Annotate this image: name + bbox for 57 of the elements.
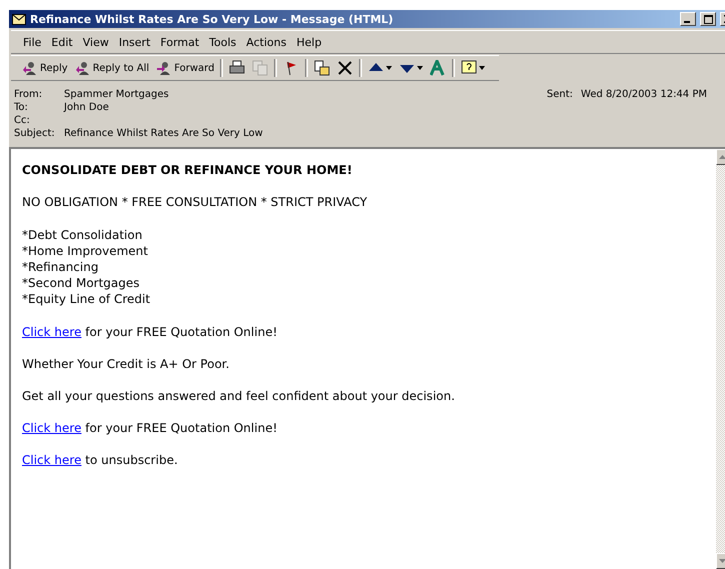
menu-item[interactable]: Format [156,34,204,50]
font-icon [430,60,446,76]
up-arrow-icon [718,155,725,159]
list-item: *Refinancing [22,259,100,275]
list-item: *Home Improvement [22,243,149,259]
minimize-button[interactable] [680,12,696,26]
menu-item[interactable]: Edit [47,34,77,50]
toolbar-button[interactable]: Reply to All [72,58,152,78]
caret-icon [386,66,392,70]
help-icon [461,60,478,76]
caret-icon [417,66,424,70]
toolbar-button[interactable]: Forward [153,58,218,78]
field-label: From: [14,89,44,100]
menu-item[interactable]: File [19,34,46,50]
caret-icon [479,66,486,70]
folder-icon [314,60,330,76]
field-value: Spammer Mortgages [64,89,170,100]
field-label: To: [14,102,29,113]
link[interactable]: Click here [22,453,82,467]
down-arrow-icon [718,559,725,563]
message-text: Click here to unsubscribe. [22,453,179,467]
window-title: Refinance Whilst Rates Are So Very Low - Message (HTML) [30,12,394,26]
toolbar-button[interactable]: Reply [19,58,71,78]
message-text: Get all your questions answered and feel confident about your decision. [22,389,456,403]
message-text: Whether Your Credit is A+ Or Poor. [22,357,230,371]
scroll-up-button[interactable] [716,149,725,165]
link[interactable]: Click here [22,421,82,435]
envelope-icon [12,14,26,24]
field-label: Subject: [14,128,56,139]
people-arrow-icon [74,60,91,76]
message-text: Click here for your FREE Quotation Online! [22,421,278,435]
printer-icon [229,60,246,76]
menu-item[interactable]: Insert [114,34,154,50]
maximize-icon [704,14,712,24]
field-value: John Doe [64,102,110,113]
scrollbar[interactable] [716,149,725,569]
field-value: Wed 8/20/2003 12:44 PM [580,89,707,100]
message-text: NO OBLIGATION * FREE CONSULTATION * STRICT PRIVACY [22,195,368,209]
message-text: Click here for your FREE Quotation Online! [22,325,278,339]
pages-icon [252,60,268,76]
menu-item[interactable]: Help [292,34,326,50]
list-item: *Debt Consolidation [22,227,144,243]
list-item: *Second Mortgages [22,275,141,291]
list-item: *Equity Line of Credit [22,291,152,307]
delete-icon [337,60,354,76]
menu-item[interactable]: View [78,34,113,50]
people-arrow-icon [156,60,172,76]
menu-item[interactable]: Tools [205,34,240,50]
link[interactable]: Click here [22,325,82,339]
scroll-down-button[interactable] [716,553,725,569]
message-heading: CONSOLIDATE DEBT OR REFINANCE YOUR HOME! [22,163,354,177]
field-label: Cc: [14,115,31,126]
field-value: Refinance Whilst Rates Are So Very Low [64,128,264,139]
menu-item[interactable]: Actions [242,34,290,50]
people-arrow-icon [22,60,38,76]
field-label: Sent: [546,89,573,100]
maximize-button[interactable] [700,12,716,26]
